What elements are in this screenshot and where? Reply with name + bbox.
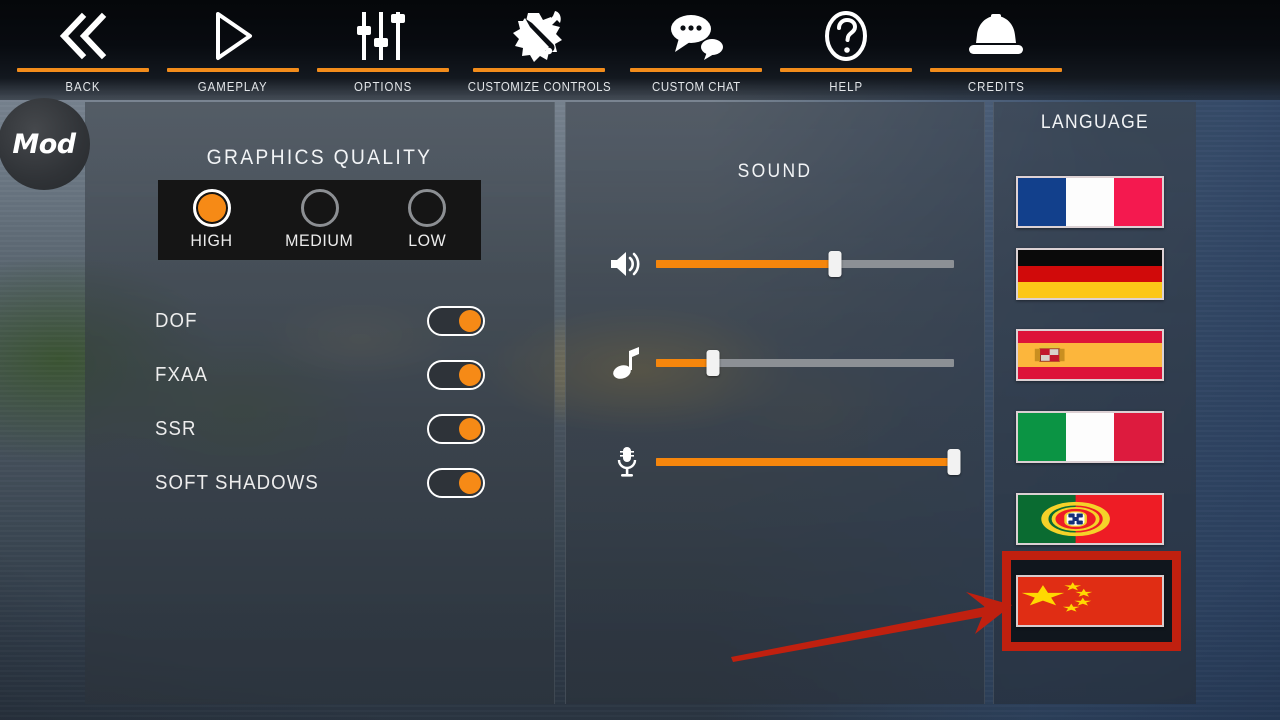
nav-item-underline <box>779 68 912 72</box>
nav-item-underline <box>17 68 149 72</box>
play-triangle-icon <box>210 8 256 64</box>
language-panel-title: LANGUAGE <box>1040 112 1150 133</box>
slider-mic-volume[interactable] <box>656 447 961 477</box>
nav-item-label: BACK <box>65 79 101 94</box>
nav-item-label: GAMEPLAY <box>198 79 268 94</box>
toggle-row-dof[interactable]: DOF <box>155 304 485 338</box>
toggle-row-ssr[interactable]: SSR <box>155 412 485 446</box>
language-flag-spain[interactable] <box>1016 329 1164 381</box>
flag-china-icon <box>1018 577 1162 625</box>
slider-knob[interactable] <box>828 251 842 277</box>
radio-button-icon[interactable] <box>408 189 447 227</box>
flag-germany-icon <box>1018 250 1162 298</box>
nav-item-label: CREDITS <box>967 79 1025 94</box>
flag-portugal-icon <box>1018 495 1162 543</box>
microphone-icon <box>598 446 656 478</box>
toggle-switch[interactable] <box>427 360 485 390</box>
question-mark-icon <box>822 8 870 64</box>
sound-row-mic-volume <box>598 442 961 482</box>
nav-item-customize-controls[interactable]: CUSTOMIZE CONTROLS <box>458 0 621 100</box>
toggle-label: DOF <box>155 309 198 332</box>
quality-option-medium[interactable]: MEDIUM <box>266 180 374 260</box>
sound-row-music-volume <box>598 343 954 383</box>
language-flag-china[interactable] <box>1016 575 1164 627</box>
toggle-label: SSR <box>155 417 197 440</box>
quality-option-high[interactable]: HIGH <box>158 180 266 260</box>
slider-effects-volume[interactable] <box>656 249 954 279</box>
radio-button-icon[interactable] <box>192 189 231 227</box>
nav-item-label: OPTIONS <box>353 79 413 94</box>
sound-row-effects-volume <box>598 244 954 284</box>
nav-item-label: CUSTOMIZE CONTROLS <box>467 79 612 94</box>
quality-option-label: MEDIUM <box>285 231 354 250</box>
nav-item-list: BACK GAMEPLAY OPTIONS CUSTOMIZE CONTROLS… <box>0 0 1280 100</box>
nav-item-underline <box>629 68 762 72</box>
nav-item-help[interactable]: HELP <box>771 0 921 100</box>
mod-badge-label: Mod <box>12 128 76 160</box>
toggle-row-soft-shadows[interactable]: SOFT SHADOWS <box>155 466 485 500</box>
toggle-knob-icon <box>459 418 481 440</box>
language-flag-france[interactable] <box>1016 176 1164 228</box>
sound-panel: SOUND <box>565 102 985 704</box>
toggle-knob-icon <box>459 472 481 494</box>
nav-item-gameplay[interactable]: GAMEPLAY <box>158 0 308 100</box>
flag-spain-icon <box>1018 331 1162 379</box>
slider-fill <box>656 359 713 367</box>
slider-knob[interactable] <box>947 449 961 475</box>
language-panel: LANGUAGE <box>993 102 1196 704</box>
slider-music-volume[interactable] <box>656 348 954 378</box>
graphics-panel-title: GRAPHICS QUALITY <box>206 146 433 169</box>
flag-italy-icon <box>1018 413 1162 461</box>
mod-badge[interactable]: Mod <box>0 98 90 190</box>
nav-item-underline <box>929 68 1062 72</box>
slider-knob[interactable] <box>706 350 720 376</box>
nav-item-custom-chat[interactable]: CUSTOM CHAT <box>621 0 771 100</box>
toggle-switch[interactable] <box>427 468 485 498</box>
graphics-quality-radio-group: HIGH MEDIUM LOW <box>158 180 481 260</box>
quality-option-label: LOW <box>408 231 447 250</box>
toggle-switch[interactable] <box>427 414 485 444</box>
chat-bubbles-icon <box>667 8 725 64</box>
nav-item-credits[interactable]: CREDITS <box>921 0 1071 100</box>
nav-item-label: CUSTOM CHAT <box>651 79 741 94</box>
quality-option-label: HIGH <box>190 231 233 250</box>
sliders-icon <box>355 8 411 64</box>
nav-item-label: HELP <box>829 79 863 94</box>
wrench-gear-icon <box>512 8 566 64</box>
nav-item-underline <box>317 68 449 72</box>
language-flag-portugal[interactable] <box>1016 493 1164 545</box>
slider-fill <box>656 458 954 466</box>
sound-panel-title: SOUND <box>737 161 813 182</box>
toggle-knob-icon <box>459 310 481 332</box>
toggle-switch[interactable] <box>427 306 485 336</box>
hard-hat-icon <box>967 8 1025 64</box>
double-chevron-left-icon <box>52 8 114 64</box>
language-flag-germany[interactable] <box>1016 248 1164 300</box>
toggle-label: SOFT SHADOWS <box>155 471 319 494</box>
nav-item-options[interactable]: OPTIONS <box>308 0 458 100</box>
slider-fill <box>656 260 835 268</box>
toggle-label: FXAA <box>155 363 209 386</box>
nav-item-underline <box>167 68 299 72</box>
music-note-icon <box>598 346 656 380</box>
top-navigation-bar: BACK GAMEPLAY OPTIONS CUSTOMIZE CONTROLS… <box>0 0 1280 100</box>
toggle-knob-icon <box>459 364 481 386</box>
language-flag-italy[interactable] <box>1016 411 1164 463</box>
toggle-row-fxaa[interactable]: FXAA <box>155 358 485 392</box>
radio-button-icon[interactable] <box>300 189 339 227</box>
flag-france-icon <box>1018 178 1162 226</box>
graphics-panel: GRAPHICS QUALITY HIGH MEDIUM LOW DOF FXA… <box>85 102 555 704</box>
quality-option-low[interactable]: LOW <box>373 180 481 260</box>
nav-item-back[interactable]: BACK <box>8 0 158 100</box>
nav-item-underline <box>473 68 606 72</box>
speaker-icon <box>598 249 656 279</box>
